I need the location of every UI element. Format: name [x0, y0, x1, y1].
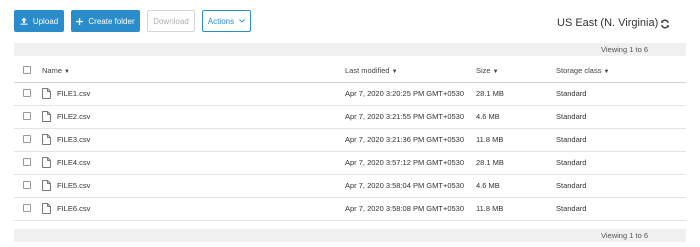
storage-class-cell: Standard	[556, 204, 587, 213]
column-header-size[interactable]: Size ▼	[476, 60, 499, 83]
file-name-link[interactable]: FILE2.csv	[57, 106, 90, 128]
size-cell: 28.1 MB	[476, 89, 504, 98]
file-icon	[42, 88, 51, 99]
file-icon	[42, 111, 51, 122]
table-row[interactable]: FILE4.csv Apr 7, 2020 3:57:12 PM GMT+053…	[14, 152, 686, 175]
region-selector[interactable]: US East (N. Virginia)	[557, 17, 658, 29]
download-label: Download	[153, 16, 189, 26]
viewing-count-top: Viewing 1 to 6	[14, 43, 686, 56]
column-header-storage-class[interactable]: Storage class ▼	[556, 60, 609, 83]
object-table: Name ▼ Last modified ▼ Size ▼ Storage class…	[14, 60, 686, 221]
actions-label: Actions	[207, 16, 235, 26]
viewing-count-bottom: Viewing 1 to 6	[14, 229, 686, 242]
file-name-link[interactable]: FILE6.csv	[57, 198, 90, 220]
actions-button[interactable]: Actions	[202, 10, 251, 32]
table-row[interactable]: FILE3.csv Apr 7, 2020 3:21:36 PM GMT+053…	[14, 129, 686, 152]
create-folder-label: Create folder	[88, 16, 135, 26]
table-row[interactable]: FILE6.csv Apr 7, 2020 3:58:08 PM GMT+053…	[14, 198, 686, 221]
row-checkbox[interactable]	[23, 158, 31, 166]
size-cell: 4.6 MB	[476, 112, 500, 121]
row-checkbox[interactable]	[23, 181, 31, 189]
size-cell: 28.1 MB	[476, 158, 504, 167]
row-checkbox[interactable]	[23, 112, 31, 120]
create-folder-button[interactable]: Create folder	[71, 10, 140, 32]
table-header: Name ▼ Last modified ▼ Size ▼ Storage class…	[14, 60, 686, 83]
caret-down-icon: ▼	[64, 69, 70, 75]
upload-button[interactable]: Upload	[14, 10, 64, 32]
chevron-down-icon	[239, 19, 245, 23]
select-all-checkbox[interactable]	[23, 66, 31, 74]
last-modified-cell: Apr 7, 2020 3:21:36 PM GMT+0530	[345, 135, 465, 144]
download-button[interactable]: Download	[147, 10, 195, 32]
size-cell: 11.8 MB	[476, 204, 504, 213]
last-modified-cell: Apr 7, 2020 3:58:08 PM GMT+0530	[345, 204, 465, 213]
table-row[interactable]: FILE1.csv Apr 7, 2020 3:20:25 PM GMT+053…	[14, 83, 686, 106]
last-modified-cell: Apr 7, 2020 3:21:55 PM GMT+0530	[345, 112, 465, 121]
last-modified-cell: Apr 7, 2020 3:58:04 PM GMT+0530	[345, 181, 465, 190]
table-row[interactable]: FILE2.csv Apr 7, 2020 3:21:55 PM GMT+053…	[14, 106, 686, 129]
refresh-icon[interactable]	[660, 19, 670, 29]
caret-down-icon: ▼	[492, 69, 499, 75]
viewing-count-label: Viewing 1 to 6	[601, 231, 648, 240]
size-cell: 4.6 MB	[476, 181, 500, 190]
storage-class-cell: Standard	[556, 135, 587, 144]
plus-icon	[76, 17, 84, 25]
upload-label: Upload	[32, 16, 59, 26]
row-checkbox[interactable]	[23, 204, 31, 212]
file-icon	[42, 134, 51, 145]
size-cell: 11.8 MB	[476, 135, 504, 144]
file-icon	[42, 203, 51, 214]
caret-down-icon: ▼	[603, 69, 610, 75]
file-name-link[interactable]: FILE1.csv	[57, 83, 90, 105]
file-icon	[42, 157, 51, 168]
last-modified-cell: Apr 7, 2020 3:20:25 PM GMT+0530	[345, 89, 465, 98]
file-name-link[interactable]: FILE4.csv	[57, 152, 90, 174]
storage-class-cell: Standard	[556, 112, 587, 121]
table-row[interactable]: FILE5.csv Apr 7, 2020 3:58:04 PM GMT+053…	[14, 175, 686, 198]
column-header-name[interactable]: Name ▼	[42, 60, 70, 83]
file-name-link[interactable]: FILE5.csv	[57, 175, 90, 197]
last-modified-cell: Apr 7, 2020 3:57:12 PM GMT+0530	[345, 158, 465, 167]
file-icon	[42, 180, 51, 191]
row-checkbox[interactable]	[23, 135, 31, 143]
caret-down-icon: ▼	[391, 69, 398, 75]
viewing-count-label: Viewing 1 to 6	[601, 45, 648, 54]
file-name-link[interactable]: FILE3.csv	[57, 129, 90, 151]
storage-class-cell: Standard	[556, 89, 587, 98]
row-checkbox[interactable]	[23, 89, 31, 97]
storage-class-cell: Standard	[556, 181, 587, 190]
storage-class-cell: Standard	[556, 158, 587, 167]
column-header-last-modified[interactable]: Last modified ▼	[345, 60, 398, 83]
upload-icon	[20, 17, 28, 25]
